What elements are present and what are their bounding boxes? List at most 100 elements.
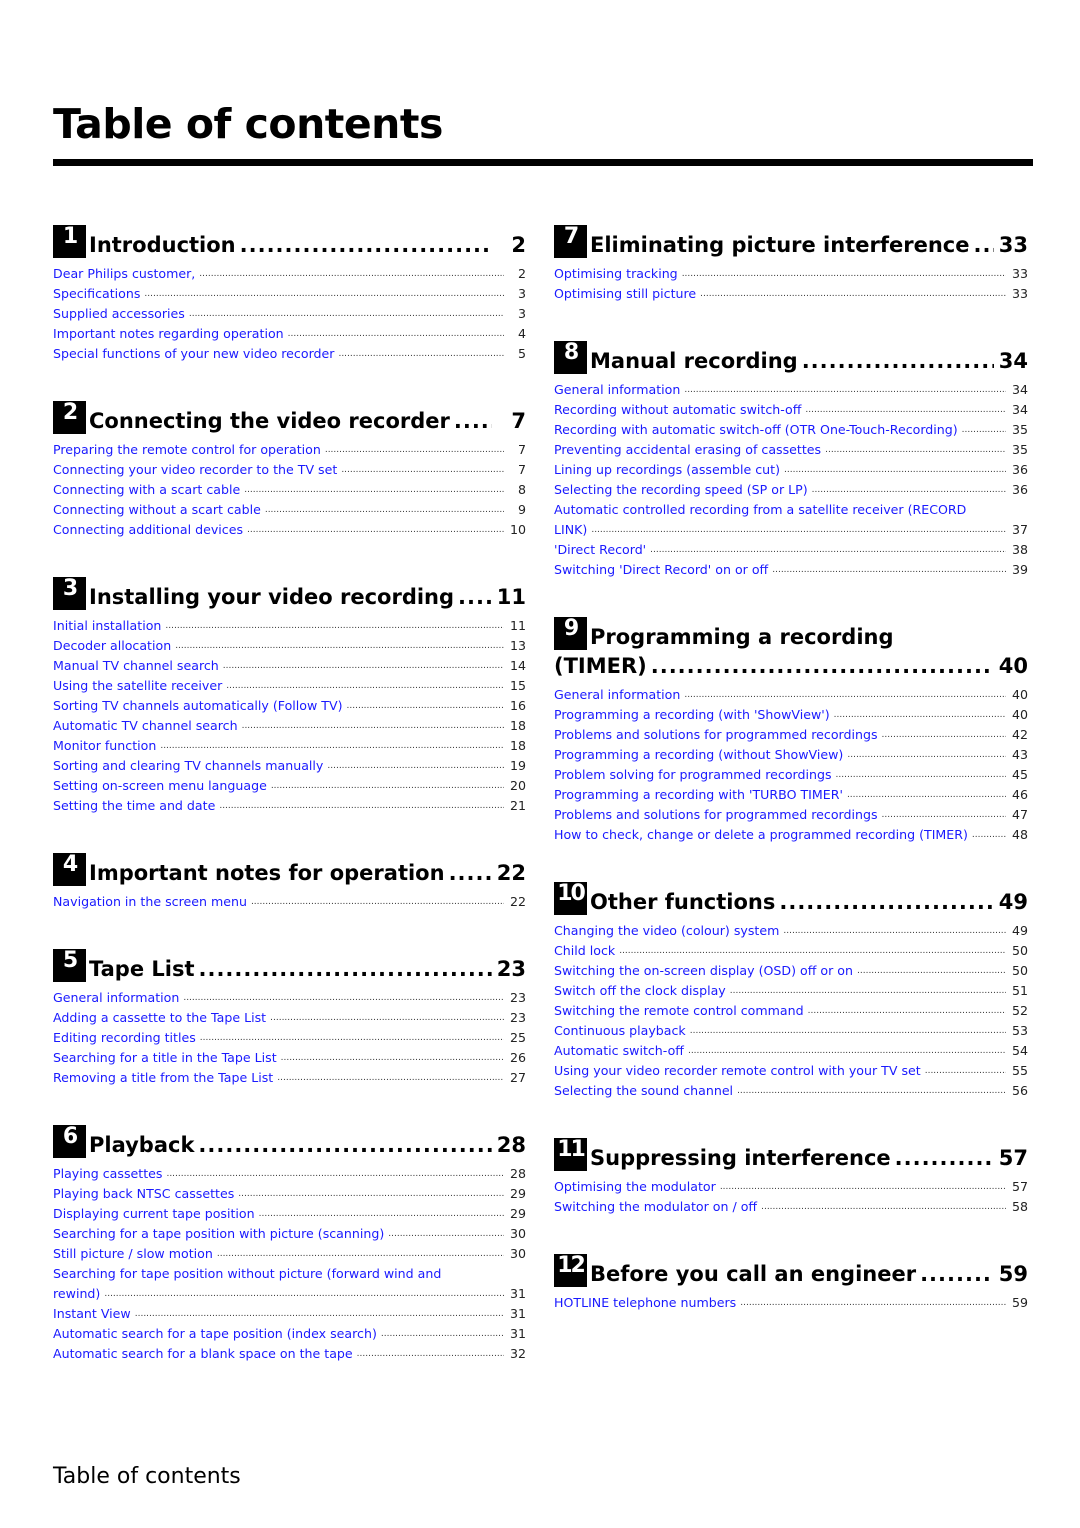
- toc-entry-link[interactable]: Recording without automatic switch-off 34: [554, 400, 1028, 420]
- toc-entry-link[interactable]: Displaying current tape position 29: [53, 1204, 526, 1224]
- chapter-heading-link[interactable]: 6Playback 28: [53, 1122, 526, 1158]
- toc-entry-link[interactable]: Selecting the recording speed (SP or LP)…: [554, 480, 1028, 500]
- toc-entry-link[interactable]: How to check, change or delete a program…: [554, 825, 1028, 845]
- toc-entry-link[interactable]: Switching the on-screen display (OSD) of…: [554, 961, 1028, 981]
- toc-entry-link[interactable]: Using your video recorder remote control…: [554, 1061, 1028, 1081]
- toc-entry-page-number: 22: [509, 894, 526, 909]
- toc-entry-link[interactable]: Sorting TV channels automatically (Follo…: [53, 696, 526, 716]
- toc-entry-link[interactable]: Decoder allocation 13: [53, 636, 526, 656]
- toc-entry-link[interactable]: Lining up recordings (assemble cut) 36: [554, 460, 1028, 480]
- chapter-heading-link[interactable]: 4Important notes for operation 22: [53, 850, 526, 886]
- toc-entry-link[interactable]: Connecting additional devices 10: [53, 520, 526, 540]
- toc-entry-page-number: 50: [1011, 963, 1028, 978]
- toc-entry-link[interactable]: Supplied accessories 3: [53, 304, 526, 324]
- dot-leader: [700, 284, 1006, 304]
- toc-entry-link[interactable]: Continuous playback 53: [554, 1021, 1028, 1041]
- dot-leader: [740, 1293, 1006, 1313]
- chapter-heading-link[interactable]: 12Before you call an engineer 59: [554, 1251, 1028, 1287]
- toc-entry-link[interactable]: Instant View 31: [53, 1304, 526, 1324]
- toc-entry-link[interactable]: Setting on-screen menu language 20: [53, 776, 526, 796]
- toc-entry-link[interactable]: Problem solving for programmed recording…: [554, 765, 1028, 785]
- toc-entry-page-number: 51: [1011, 983, 1028, 998]
- toc-entry-link[interactable]: 'Direct Record' 38: [554, 540, 1028, 560]
- toc-entry-link[interactable]: Connecting with a scart cable 8: [53, 480, 526, 500]
- toc-entry-link[interactable]: Recording with automatic switch-off (OTR…: [554, 420, 1028, 440]
- toc-entry-page-number: 29: [509, 1206, 526, 1221]
- toc-entry-link[interactable]: Preparing the remote control for operati…: [53, 440, 526, 460]
- dot-leader: [805, 400, 1006, 420]
- toc-entry-link[interactable]: Switch off the clock display 51: [554, 981, 1028, 1001]
- toc-entry-link[interactable]: Editing recording titles 25: [53, 1028, 526, 1048]
- toc-entry-link[interactable]: Searching for a tape position with pictu…: [53, 1224, 526, 1244]
- toc-entry-link[interactable]: General information 40: [554, 685, 1028, 705]
- toc-entry-link[interactable]: HOTLINE telephone numbers 59: [554, 1293, 1028, 1313]
- toc-entry-page-number: 31: [509, 1306, 526, 1321]
- chapter-heading-link[interactable]: 1Introduction 2: [53, 222, 526, 258]
- toc-entry-page-number: 7: [517, 442, 526, 457]
- toc-entry-link[interactable]: Playing back NTSC cassettes 29: [53, 1184, 526, 1204]
- dot-leader: [175, 636, 504, 656]
- chapter-heading-link[interactable]: 8Manual recording 34: [554, 338, 1028, 374]
- chapter-heading-link[interactable]: 10Other functions 49: [554, 879, 1028, 915]
- toc-entry-link[interactable]: Connecting your video recorder to the TV…: [53, 460, 526, 480]
- toc-entry-link[interactable]: Manual TV channel search 14: [53, 656, 526, 676]
- chapter-spacer: [554, 1101, 1028, 1135]
- toc-entry-link[interactable]: Child lock 50: [554, 941, 1028, 961]
- toc-entry-link[interactable]: Playing cassettes 28: [53, 1164, 526, 1184]
- chapter-heading-link[interactable]: 3Installing your video recording 11: [53, 574, 526, 610]
- toc-entry-link[interactable]: Monitor function 18: [53, 736, 526, 756]
- toc-entry-link[interactable]: Adding a cassette to the Tape List 23: [53, 1008, 526, 1028]
- toc-entry-link[interactable]: Searching for a title in the Tape List 26: [53, 1048, 526, 1068]
- toc-entry-link[interactable]: Switching 'Direct Record' on or off 39: [554, 560, 1028, 580]
- chapter-heading-link[interactable]: 5Tape List 23: [53, 946, 526, 982]
- toc-entry-link[interactable]: Switching the modulator on / off 58: [554, 1197, 1028, 1217]
- toc-entry-link[interactable]: Optimising the modulator 57: [554, 1177, 1028, 1197]
- toc-entry-link[interactable]: Sorting and clearing TV channels manuall…: [53, 756, 526, 776]
- toc-entry-link[interactable]: Problems and solutions for programmed re…: [554, 805, 1028, 825]
- toc-entry-link[interactable]: Setting the time and date 21: [53, 796, 526, 816]
- toc-entry-link[interactable]: General information 23: [53, 988, 526, 1008]
- toc-entry-link[interactable]: Programming a recording with 'TURBO TIME…: [554, 785, 1028, 805]
- toc-entry-text: Selecting the sound channel: [554, 1083, 734, 1098]
- toc-entry-link[interactable]: Changing the video (colour) system 49: [554, 921, 1028, 941]
- toc-entry-link[interactable]: Problems and solutions for programmed re…: [554, 725, 1028, 745]
- toc-entry-link[interactable]: Optimising still picture 33: [554, 284, 1028, 304]
- toc-entry-link[interactable]: Programming a recording (with 'ShowView'…: [554, 705, 1028, 725]
- toc-entry-link[interactable]: Removing a title from the Tape List 27: [53, 1068, 526, 1088]
- toc-entry-link[interactable]: Programming a recording (without ShowVie…: [554, 745, 1028, 765]
- toc-entry-link[interactable]: Optimising tracking 33: [554, 264, 1028, 284]
- chapter-title: Suppressing interference: [590, 1146, 891, 1170]
- toc-entry-text: Continuous playback: [554, 1023, 686, 1038]
- toc-entry-link[interactable]: Preventing accidental erasing of cassett…: [554, 440, 1028, 460]
- chapter-heading-link[interactable]: 9Programming a recording (TIMER) 40: [554, 614, 1028, 679]
- toc-entry-text: Special functions of your new video reco…: [53, 346, 335, 361]
- toc-entry-link[interactable]: Automatic search for a blank space on th…: [53, 1344, 526, 1364]
- toc-entry-text: 'Direct Record': [554, 542, 647, 557]
- toc-left-column: 1Introduction 2 Dear Philips customer, 2 Spe…: [53, 222, 526, 1364]
- chapter-heading-link[interactable]: 7Eliminating picture interference 33: [554, 222, 1028, 258]
- toc-entry-link[interactable]: Special functions of your new video reco…: [53, 344, 526, 364]
- toc-entry-link[interactable]: Navigation in the screen menu 22: [53, 892, 526, 912]
- toc-entry-link[interactable]: Switching the remote control command 52: [554, 1001, 1028, 1021]
- toc-entry-link[interactable]: Automatic TV channel search 18: [53, 716, 526, 736]
- toc-entry-link[interactable]: Initial installation 11: [53, 616, 526, 636]
- chapter-number-badge: 5: [53, 949, 86, 982]
- chapter-heading-link[interactable]: 11Suppressing interference 57: [554, 1135, 1028, 1171]
- toc-entry-link[interactable]: Searching for tape position without pict…: [53, 1264, 526, 1304]
- toc-entry-link[interactable]: Dear Philips customer, 2: [53, 264, 526, 284]
- toc-entry-text: Preventing accidental erasing of cassett…: [554, 442, 822, 457]
- toc-entry-link[interactable]: Automatic search for a tape position (in…: [53, 1324, 526, 1344]
- toc-entry-page-number: 53: [1011, 1023, 1028, 1038]
- toc-entry-link[interactable]: Connecting without a scart cable 9: [53, 500, 526, 520]
- toc-entry-link[interactable]: Specifications 3: [53, 284, 526, 304]
- toc-entry-link[interactable]: Important notes regarding operation 4: [53, 324, 526, 344]
- toc-entry-link[interactable]: Selecting the sound channel 56: [554, 1081, 1028, 1101]
- toc-entry-link[interactable]: Automatic controlled recording from a sa…: [554, 500, 1028, 540]
- toc-entry-link[interactable]: Still picture / slow motion 30: [53, 1244, 526, 1264]
- toc-entry-link[interactable]: Automatic switch-off 54: [554, 1041, 1028, 1061]
- toc-entry-page-number: 36: [1011, 462, 1028, 477]
- toc-entry-link[interactable]: General information 34: [554, 380, 1028, 400]
- toc-entry-link[interactable]: Using the satellite receiver 15: [53, 676, 526, 696]
- dot-leader: [223, 656, 504, 676]
- chapter-heading-link[interactable]: 2Connecting the video recorder 7: [53, 398, 526, 434]
